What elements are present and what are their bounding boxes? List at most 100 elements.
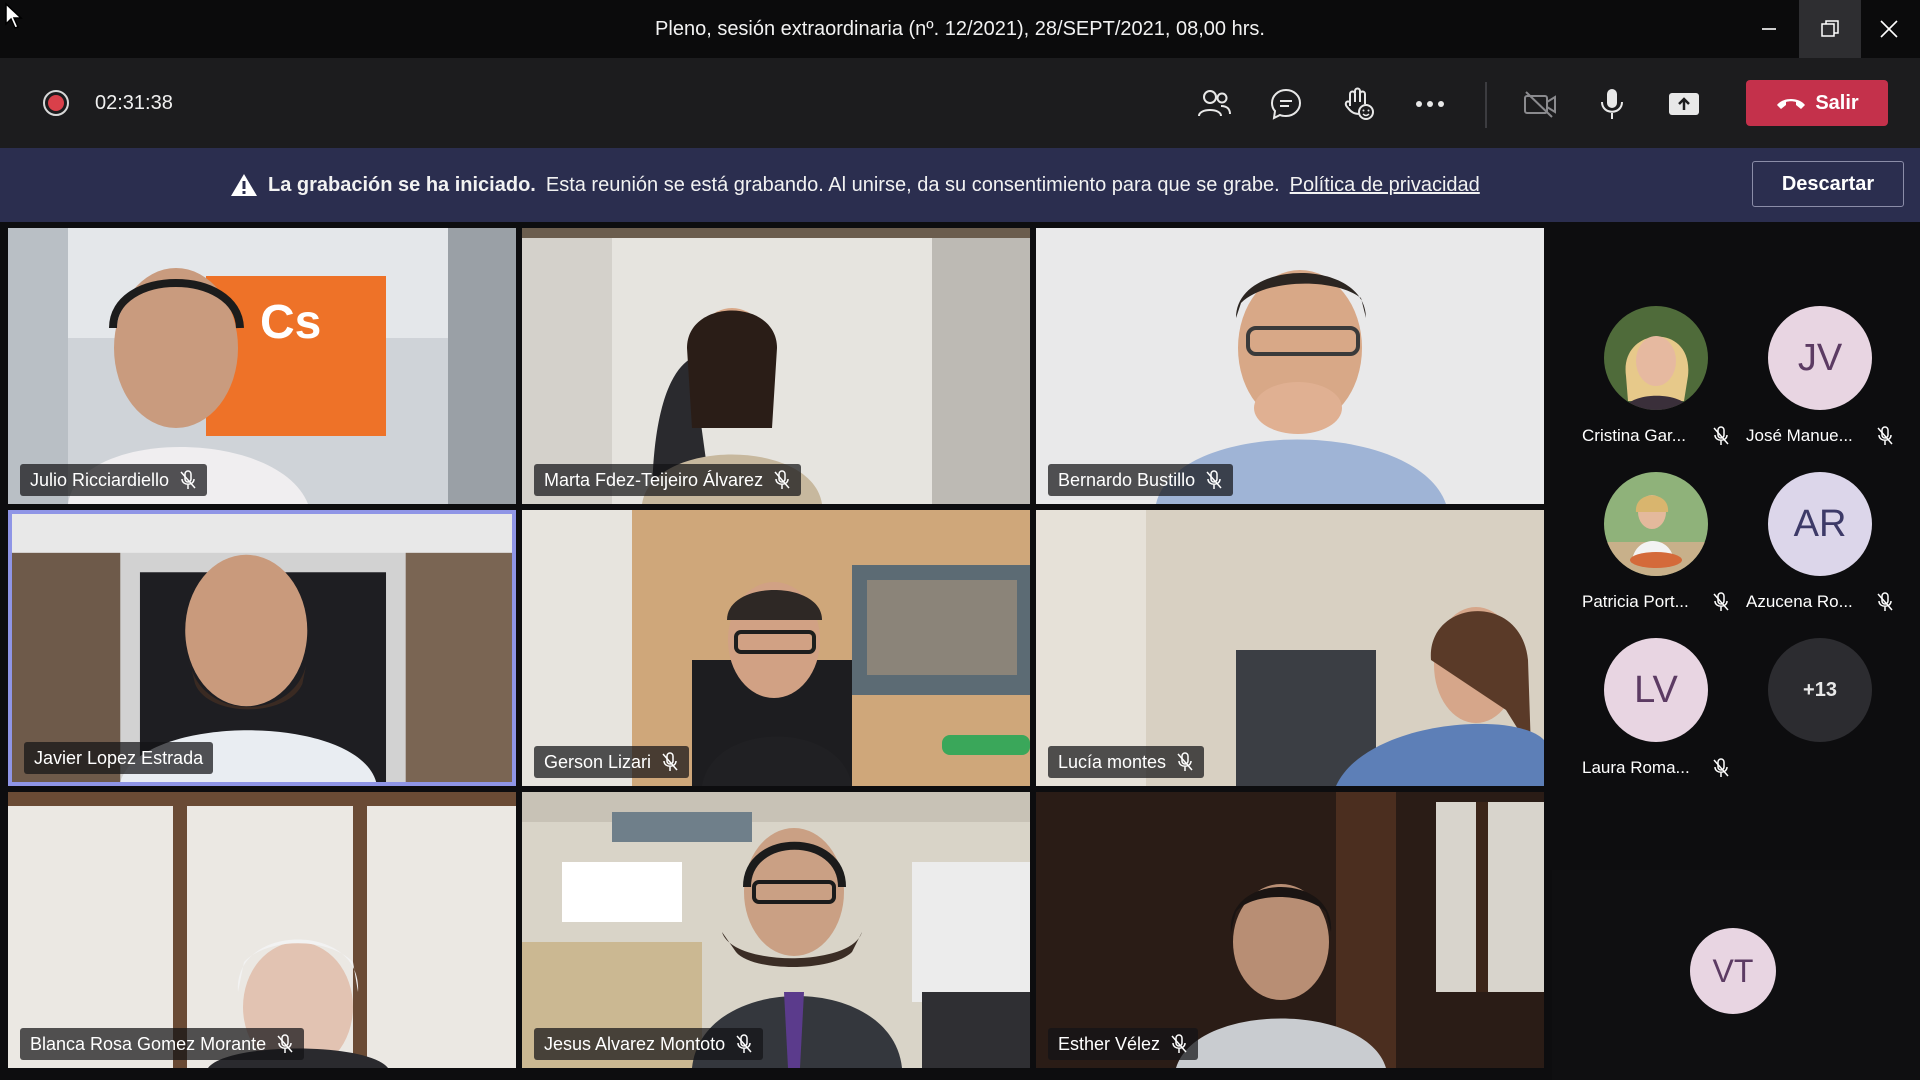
participant-video	[522, 510, 1030, 786]
participants-button[interactable]	[1192, 82, 1236, 126]
avatar: AR	[1768, 472, 1872, 576]
participant-name: Lucía montes	[1058, 751, 1167, 772]
avatar	[1604, 472, 1708, 576]
mic-muted-icon	[774, 470, 790, 489]
participant-nameplate: Marta Fdez-Teijeiro Álvarez	[534, 464, 802, 496]
mic-muted-icon	[736, 1034, 752, 1053]
mic-muted-icon	[1877, 426, 1893, 445]
participant-video: Cs	[8, 228, 516, 504]
participant-video	[8, 792, 516, 1068]
mic-muted-icon	[1713, 592, 1729, 611]
leave-button[interactable]: Salir	[1746, 80, 1888, 126]
video-tile[interactable]: Marta Fdez-Teijeiro Álvarez	[522, 228, 1030, 504]
participant-nameplate: Javier Lopez Estrada	[24, 742, 214, 774]
microphone-toggle-button[interactable]	[1590, 82, 1634, 126]
dismiss-button[interactable]: Descartar	[1752, 161, 1904, 207]
banner-title: La grabación se ha iniciado.	[268, 174, 536, 196]
participant-name: Julio Ricciardiello	[30, 469, 170, 490]
roster-name: José Manue...	[1746, 426, 1853, 445]
participant-name: Blanca Rosa Gomez Morante	[30, 1033, 267, 1054]
roster-name: Patricia Port...	[1582, 592, 1689, 611]
reactions-icon	[1344, 87, 1374, 120]
restore-button[interactable]	[1799, 0, 1861, 58]
mic-muted-icon	[1171, 1034, 1187, 1053]
chat-button[interactable]	[1264, 82, 1308, 126]
minimize-icon	[1762, 28, 1776, 30]
close-button[interactable]	[1858, 0, 1920, 58]
video-tile[interactable]: Bernardo Bustillo	[1036, 228, 1544, 504]
recording-banner: La grabación se ha iniciado. Esta reunió…	[0, 148, 1920, 222]
mic-muted-icon	[1713, 426, 1729, 445]
meeting-timer: 02:31:38	[95, 92, 173, 114]
participant-nameplate: Lucía montes	[1048, 746, 1205, 778]
video-tile-active-speaker[interactable]: Javier Lopez Estrada	[8, 510, 516, 786]
participant-nameplate: Julio Ricciardiello	[20, 464, 208, 496]
more-options-button[interactable]	[1408, 82, 1452, 126]
roster-participant[interactable]: Cristina Gar...	[1576, 306, 1736, 456]
participant-nameplate: Bernardo Bustillo	[1048, 464, 1234, 496]
roster-name: Azucena Ro...	[1746, 592, 1853, 611]
roster-participant[interactable]: Patricia Port...	[1576, 472, 1736, 622]
mic-muted-icon	[180, 470, 196, 489]
avatar: JV	[1768, 306, 1872, 410]
participant-nameplate: Blanca Rosa Gomez Morante	[20, 1028, 305, 1060]
mic-muted-icon	[1877, 592, 1893, 611]
participant-video	[522, 228, 1030, 504]
roster-participant[interactable]: JV José Manue...	[1740, 306, 1900, 456]
participant-video	[1036, 792, 1544, 1068]
avatar	[1604, 306, 1708, 410]
roster-name: Laura Roma...	[1582, 758, 1690, 777]
restore-icon	[1821, 20, 1839, 37]
participants-icon	[1198, 90, 1231, 117]
participant-name: Bernardo Bustillo	[1058, 469, 1196, 490]
mic-muted-icon	[1206, 470, 1222, 489]
mic-muted-icon	[1177, 752, 1193, 771]
share-screen-button[interactable]	[1662, 82, 1706, 126]
participant-nameplate: Gerson Lizari	[534, 746, 690, 778]
window-title: Pleno, sesión extraordinaria (nº. 12/202…	[655, 18, 1265, 40]
video-tile[interactable]: Lucía montes	[1036, 510, 1544, 786]
participant-video	[1036, 228, 1544, 504]
reactions-button[interactable]	[1336, 82, 1380, 126]
participant-nameplate: Esther Vélez	[1048, 1028, 1199, 1060]
participant-video	[1036, 510, 1544, 786]
participant-nameplate: Jesus Alvarez Montoto	[534, 1028, 764, 1060]
toolbar-divider	[1485, 82, 1487, 128]
hang-up-icon	[1777, 99, 1806, 109]
more-participants-button[interactable]: +13	[1740, 638, 1900, 788]
warning-icon	[231, 174, 257, 196]
banner-text: Esta reunión se está grabando. Al unirse…	[545, 174, 1280, 196]
camera-toggle-button[interactable]	[1518, 82, 1562, 126]
avatar: LV	[1604, 638, 1708, 742]
participant-name: Gerson Lizari	[544, 751, 652, 772]
mic-muted-icon	[662, 752, 678, 771]
more-options-icon	[1416, 101, 1444, 107]
close-icon	[1880, 20, 1898, 38]
video-tile[interactable]: Cs Julio Ricciardiello	[8, 228, 516, 504]
chat-icon	[1270, 88, 1302, 120]
mic-muted-icon	[277, 1034, 293, 1053]
self-view: VT	[1552, 870, 1920, 1080]
roster-participant[interactable]: LV Laura Roma...	[1576, 638, 1736, 788]
share-screen-icon	[1669, 93, 1699, 115]
more-participants-count: +13	[1768, 638, 1872, 742]
video-tile[interactable]: Esther Vélez	[1036, 792, 1544, 1068]
mic-muted-icon	[1713, 758, 1729, 777]
participant-name: Marta Fdez-Teijeiro Álvarez	[544, 469, 764, 490]
microphone-icon	[1601, 89, 1623, 119]
participant-name: Esther Vélez	[1058, 1033, 1161, 1054]
participant-video	[522, 792, 1030, 1068]
video-tile[interactable]: Gerson Lizari	[522, 510, 1030, 786]
roster-name: Cristina Gar...	[1582, 426, 1686, 445]
banner-message: La grabación se ha iniciado. Esta reunió…	[230, 148, 1480, 222]
video-tile[interactable]: Jesus Alvarez Montoto	[522, 792, 1030, 1068]
meeting-toolbar: 02:31:38 Salir	[0, 58, 1920, 148]
svg-text:Cs: Cs	[260, 296, 321, 349]
roster-participant[interactable]: AR Azucena Ro...	[1740, 472, 1900, 622]
camera-off-icon	[1524, 91, 1556, 118]
video-tile[interactable]: Blanca Rosa Gomez Morante	[8, 792, 516, 1068]
privacy-policy-link[interactable]: Política de privacidad	[1290, 148, 1480, 222]
minimize-button[interactable]	[1738, 0, 1800, 58]
leave-label: Salir	[1815, 91, 1859, 114]
participant-name: Javier Lopez Estrada	[34, 747, 204, 768]
